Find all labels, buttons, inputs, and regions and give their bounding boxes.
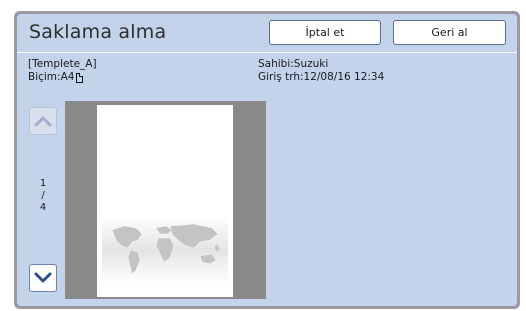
page-down-button[interactable] xyxy=(29,264,57,292)
portrait-page-icon xyxy=(76,72,84,83)
page-preview xyxy=(97,105,233,297)
total-pages: 4 xyxy=(39,202,47,213)
document-entry-date: Giriş trh:12/08/16 12:34 xyxy=(258,71,385,83)
chevron-down-icon xyxy=(34,272,52,283)
header-bar: Saklama alma İptal et Geri al xyxy=(17,14,517,53)
world-map-image xyxy=(102,216,228,284)
back-button[interactable]: Geri al xyxy=(393,20,506,45)
document-format: Biçim:A4 xyxy=(28,71,84,84)
current-page: 1 xyxy=(39,178,47,189)
page-title: Saklama alma xyxy=(29,21,167,43)
chevron-up-icon xyxy=(34,116,52,127)
document-name: [Templete_A] xyxy=(28,58,97,70)
storage-retrieve-panel: Saklama alma İptal et Geri al [Templete_… xyxy=(17,14,517,306)
document-owner: Sahibi:Suzuki xyxy=(258,58,329,70)
page-separator: / xyxy=(41,190,45,201)
page-up-button[interactable] xyxy=(29,107,57,135)
cancel-button[interactable]: İptal et xyxy=(269,20,381,45)
format-label: Biçim:A4 xyxy=(28,71,75,83)
page-counter: 1 / 4 xyxy=(29,178,57,214)
